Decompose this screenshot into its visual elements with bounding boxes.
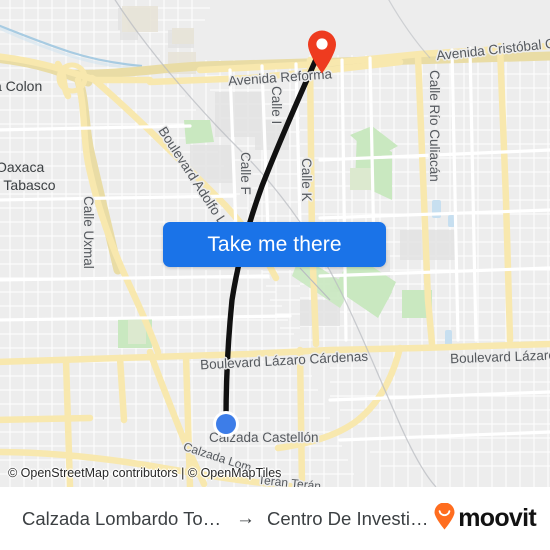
moovit-map-screen: a Colon Oaxaca a Tabasco Calle Uxmal Bou…: [0, 0, 550, 550]
route-destination-label: Centro De Investigac...: [267, 507, 433, 529]
moovit-wordmark: moovit: [458, 504, 536, 532]
map-canvas[interactable]: a Colon Oaxaca a Tabasco Calle Uxmal Bou…: [0, 0, 550, 487]
moovit-pin-icon: [433, 502, 456, 535]
arrow-right-icon: →: [236, 508, 255, 529]
moovit-logo[interactable]: moovit: [433, 502, 550, 535]
origin-dot-icon[interactable]: [212, 410, 240, 438]
destination-pin-icon[interactable]: [305, 28, 339, 74]
map-attribution: © OpenStreetMap contributors | © OpenMap…: [8, 466, 282, 480]
route-origin-label: Calzada Lombardo Toleda...: [22, 507, 224, 529]
take-me-there-button[interactable]: Take me there: [163, 222, 386, 267]
footer-bar: Calzada Lombardo Toleda... → Centro De I…: [0, 487, 550, 550]
route-summary: Calzada Lombardo Toleda... → Centro De I…: [0, 508, 433, 530]
